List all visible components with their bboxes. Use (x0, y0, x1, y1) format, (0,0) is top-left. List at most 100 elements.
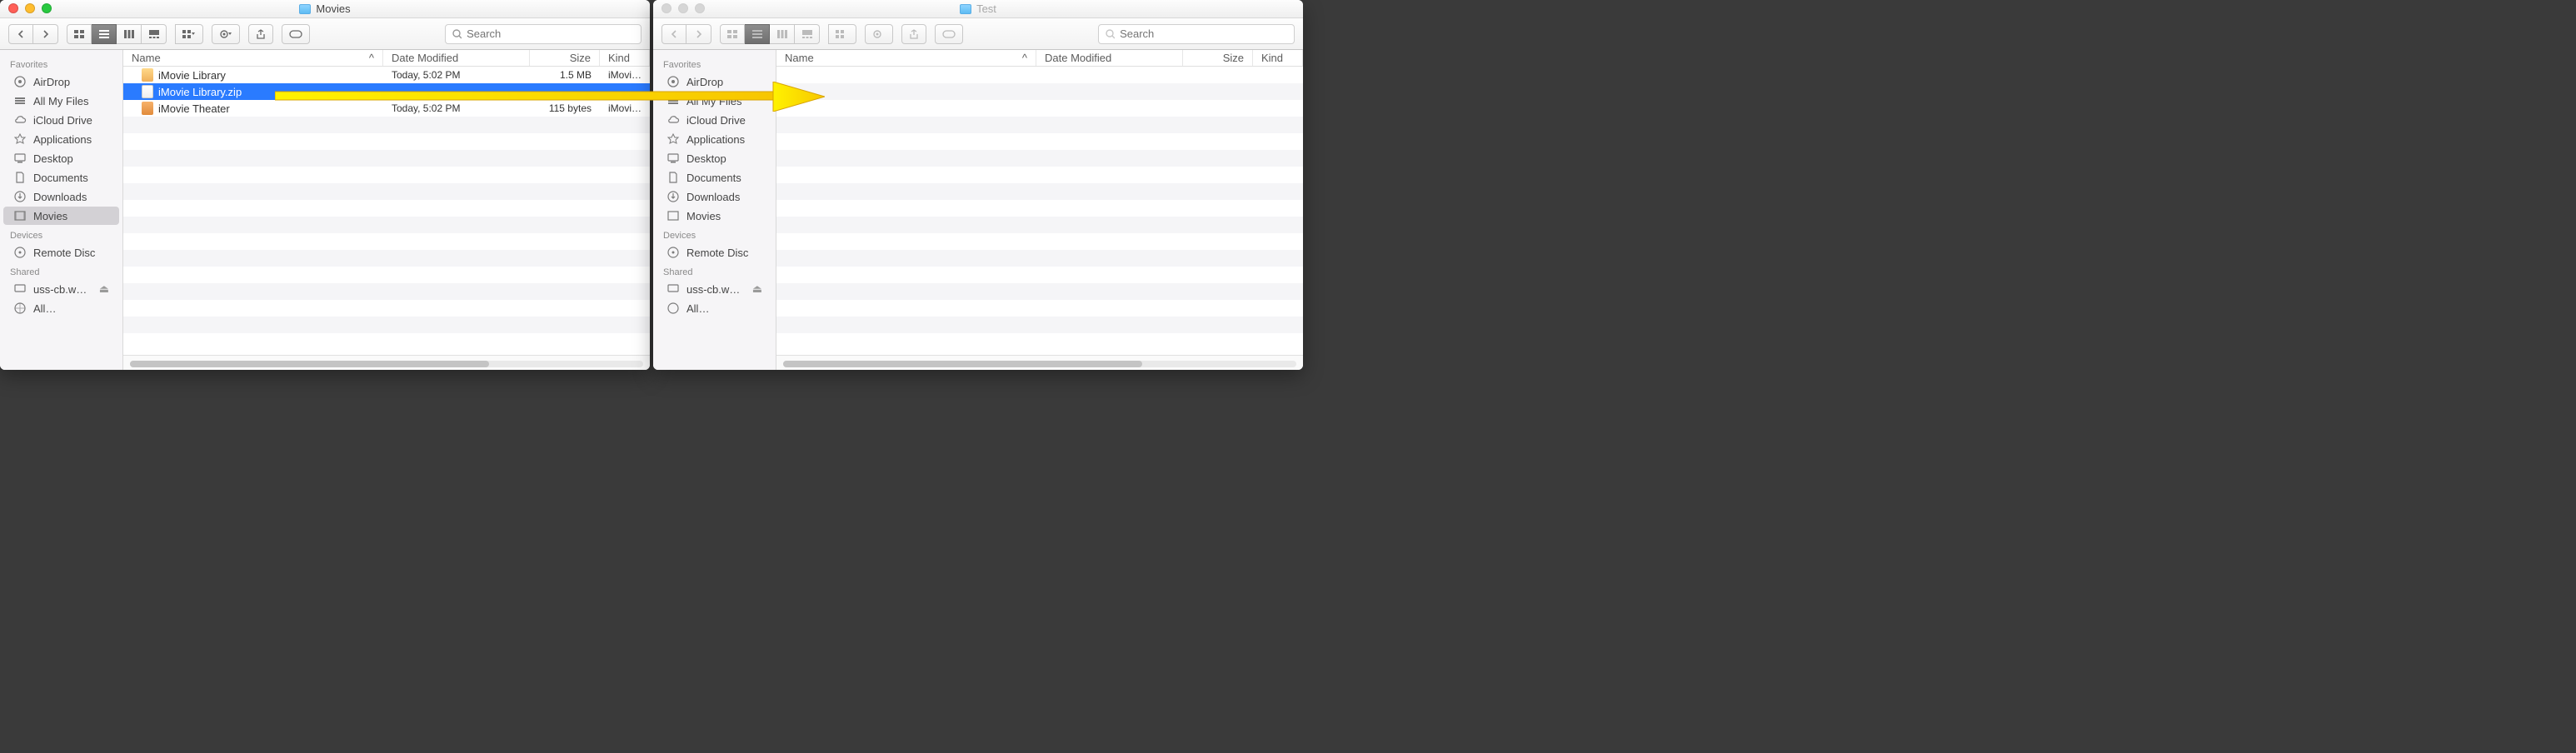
close-button[interactable] (8, 3, 18, 13)
column-date[interactable]: Date Modified (383, 50, 530, 66)
sidebar-item-all-shared[interactable]: All… (656, 299, 772, 317)
sidebar-item-movies[interactable]: Movies (3, 207, 119, 225)
column-name[interactable]: Name^ (776, 50, 1036, 66)
sidebar-item-documents[interactable]: Documents (3, 168, 119, 187)
forward-button[interactable] (33, 24, 58, 44)
table-row[interactable] (123, 267, 650, 283)
table-row[interactable] (123, 217, 650, 233)
column-date[interactable]: Date Modified (1036, 50, 1183, 66)
column-kind[interactable]: Kind (1253, 50, 1303, 66)
sidebar-item-desktop[interactable]: Desktop (3, 149, 119, 167)
arrange-button[interactable] (175, 24, 203, 44)
view-icons-button[interactable] (720, 24, 745, 44)
sidebar-item-icloud[interactable]: iCloud Drive (3, 111, 119, 129)
table-row[interactable] (776, 283, 1303, 300)
table-row[interactable] (776, 267, 1303, 283)
column-name[interactable]: Name^ (123, 50, 383, 66)
share-button[interactable] (248, 24, 273, 44)
view-gallery-button[interactable] (142, 24, 167, 44)
horizontal-scrollbar[interactable] (783, 361, 1296, 367)
table-row[interactable] (776, 333, 1303, 350)
table-row[interactable] (123, 300, 650, 317)
action-button[interactable] (865, 24, 893, 44)
table-row[interactable] (776, 133, 1303, 150)
file-list[interactable] (776, 67, 1303, 355)
table-row[interactable] (123, 117, 650, 133)
sidebar-item-all-shared[interactable]: All… (3, 299, 119, 317)
search-input[interactable] (1120, 27, 1287, 40)
table-row[interactable] (123, 150, 650, 167)
sidebar-item-remotedisc[interactable]: Remote Disc (656, 243, 772, 262)
sidebar-item-downloads[interactable]: Downloads (656, 187, 772, 206)
scrollbar-thumb[interactable] (783, 361, 1142, 367)
table-row[interactable] (776, 117, 1303, 133)
minimize-button[interactable] (678, 3, 688, 13)
search-input[interactable] (467, 27, 634, 40)
table-row[interactable]: iMovie Library.zip (123, 83, 650, 100)
share-button[interactable] (901, 24, 926, 44)
column-size[interactable]: Size (1183, 50, 1253, 66)
view-columns-button[interactable] (117, 24, 142, 44)
column-kind[interactable]: Kind (600, 50, 650, 66)
sidebar-item-icloud[interactable]: iCloud Drive (656, 111, 772, 129)
view-list-button[interactable] (92, 24, 117, 44)
view-gallery-button[interactable] (795, 24, 820, 44)
tags-button[interactable] (282, 24, 310, 44)
table-row[interactable] (123, 200, 650, 217)
table-row[interactable] (123, 233, 650, 250)
table-row[interactable] (123, 283, 650, 300)
scrollbar-thumb[interactable] (130, 361, 489, 367)
table-row[interactable] (776, 167, 1303, 183)
forward-button[interactable] (686, 24, 711, 44)
sidebar-item-airdrop[interactable]: AirDrop (3, 72, 119, 91)
eject-icon[interactable]: ⏏ (752, 282, 762, 296)
close-button[interactable] (661, 3, 671, 13)
table-row[interactable] (776, 250, 1303, 267)
tags-button[interactable] (935, 24, 963, 44)
back-button[interactable] (8, 24, 33, 44)
view-columns-button[interactable] (770, 24, 795, 44)
table-row[interactable]: iMovie Library Today, 5:02 PM 1.5 MB iMo… (123, 67, 650, 83)
maximize-button[interactable] (42, 3, 52, 13)
sidebar-item-downloads[interactable]: Downloads (3, 187, 119, 206)
table-row[interactable] (123, 183, 650, 200)
sidebar-item-applications[interactable]: Applications (3, 130, 119, 148)
back-button[interactable] (661, 24, 686, 44)
sidebar-item-server[interactable]: uss-cb.w…⏏ (656, 280, 772, 298)
titlebar[interactable]: Movies (0, 0, 650, 18)
table-row[interactable] (123, 333, 650, 350)
column-size[interactable]: Size (530, 50, 600, 66)
table-row[interactable] (123, 133, 650, 150)
sidebar-item-desktop[interactable]: Desktop (656, 149, 772, 167)
sidebar-item-applications[interactable]: Applications (656, 130, 772, 148)
table-row[interactable] (776, 200, 1303, 217)
search-field[interactable] (1098, 24, 1295, 44)
minimize-button[interactable] (25, 3, 35, 13)
sidebar-item-server[interactable]: uss-cb.w…⏏ (3, 280, 119, 298)
view-icons-button[interactable] (67, 24, 92, 44)
sidebar-item-documents[interactable]: Documents (656, 168, 772, 187)
table-row[interactable] (123, 167, 650, 183)
arrange-button[interactable] (828, 24, 856, 44)
sidebar-item-airdrop[interactable]: AirDrop (656, 72, 772, 91)
table-row[interactable] (776, 233, 1303, 250)
titlebar[interactable]: Test (653, 0, 1303, 18)
table-row[interactable] (776, 317, 1303, 333)
horizontal-scrollbar[interactable] (130, 361, 643, 367)
file-list[interactable]: iMovie Library Today, 5:02 PM 1.5 MB iMo… (123, 67, 650, 355)
table-row[interactable] (776, 67, 1303, 83)
table-row[interactable] (776, 150, 1303, 167)
sidebar-item-allmyfiles[interactable]: All My Files (3, 92, 119, 110)
search-field[interactable] (445, 24, 642, 44)
maximize-button[interactable] (695, 3, 705, 13)
table-row[interactable] (776, 217, 1303, 233)
table-row[interactable] (776, 100, 1303, 117)
table-row[interactable] (123, 250, 650, 267)
table-row[interactable] (123, 317, 650, 333)
sidebar-item-allmyfiles[interactable]: All My Files (656, 92, 772, 110)
eject-icon[interactable]: ⏏ (99, 282, 109, 296)
table-row[interactable] (776, 83, 1303, 100)
sidebar-item-movies[interactable]: Movies (656, 207, 772, 225)
table-row[interactable]: iMovie Theater Today, 5:02 PM 115 bytes … (123, 100, 650, 117)
table-row[interactable] (776, 300, 1303, 317)
